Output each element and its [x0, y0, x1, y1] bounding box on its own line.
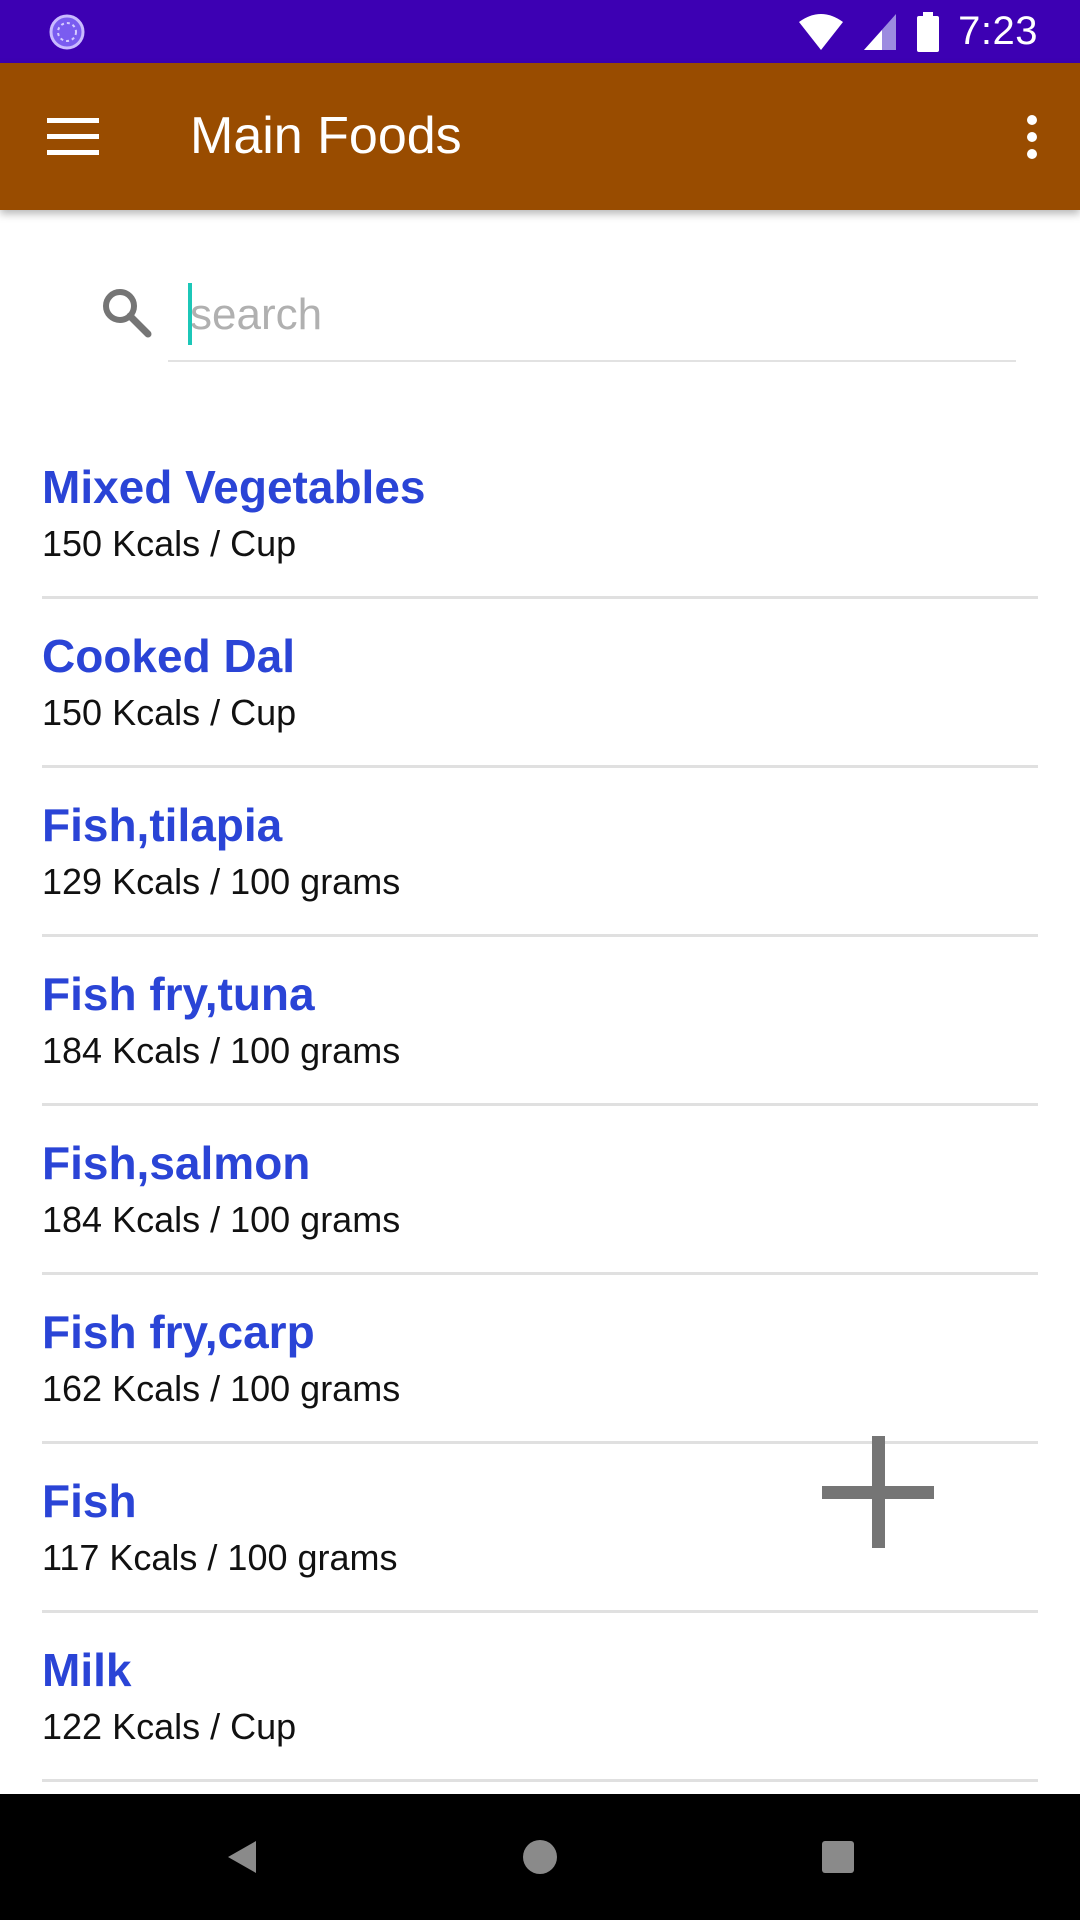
- food-list: Mixed Vegetables 150 Kcals / Cup Cooked …: [0, 430, 1080, 1782]
- home-button[interactable]: [505, 1822, 575, 1892]
- food-calories: 129 Kcals / 100 grams: [42, 861, 401, 902]
- overflow-menu-button[interactable]: [1002, 95, 1062, 179]
- food-list-item[interactable]: Fish fry,tuna 184 Kcals / 100 grams: [42, 937, 1038, 1106]
- food-name: Cooked Dal: [42, 630, 296, 682]
- food-name: Mixed Vegetables: [42, 461, 426, 513]
- food-name: Fish: [42, 1475, 137, 1527]
- food-list-item[interactable]: Fish fry,carp 162 Kcals / 100 grams: [42, 1275, 1038, 1444]
- loading-circle-icon: [49, 14, 85, 50]
- hamburger-menu-icon: [47, 118, 99, 155]
- menu-button[interactable]: [28, 95, 118, 179]
- status-bar: 7:23: [0, 0, 1080, 63]
- screen: 7:23 Main Foods search Mixed Vegetables …: [0, 0, 1080, 1920]
- food-calories: 184 Kcals / 100 grams: [42, 1030, 401, 1071]
- food-calories: 122 Kcals / Cup: [42, 1706, 297, 1747]
- page-title: Main Foods: [190, 107, 462, 165]
- wifi-icon: [799, 13, 844, 50]
- app-bar: Main Foods: [0, 63, 1080, 210]
- food-name: Fish,salmon: [42, 1137, 311, 1189]
- recents-icon: [822, 1841, 854, 1873]
- home-icon: [523, 1840, 557, 1874]
- back-button[interactable]: [207, 1822, 277, 1892]
- battery-icon: [917, 11, 940, 52]
- system-nav-bar: [0, 1794, 1080, 1920]
- food-name: Fish,tilapia: [42, 799, 283, 851]
- signal-icon: [864, 13, 897, 50]
- search-input[interactable]: [168, 270, 1016, 362]
- search-icon: [103, 289, 152, 338]
- food-list-item[interactable]: Milk 122 Kcals / Cup: [42, 1613, 1038, 1782]
- recents-button[interactable]: [803, 1822, 873, 1892]
- search-bar: [0, 250, 1080, 380]
- food-list-item[interactable]: Fish,salmon 184 Kcals / 100 grams: [42, 1106, 1038, 1275]
- status-icons: 7:23: [798, 0, 1038, 63]
- food-name: Milk: [42, 1644, 132, 1696]
- add-food-button[interactable]: [816, 1430, 940, 1554]
- food-calories: 150 Kcals / Cup: [42, 523, 297, 564]
- back-icon: [228, 1841, 256, 1873]
- plus-icon: [822, 1436, 934, 1548]
- food-calories: 184 Kcals / 100 grams: [42, 1199, 401, 1240]
- food-name: Fish fry,carp: [42, 1306, 315, 1358]
- food-list-item[interactable]: Mixed Vegetables 150 Kcals / Cup: [42, 430, 1038, 599]
- food-list-item[interactable]: Fish,tilapia 129 Kcals / 100 grams: [42, 768, 1038, 937]
- text-cursor: [188, 283, 192, 345]
- status-time: 7:23: [958, 9, 1038, 53]
- food-calories: 117 Kcals / 100 grams: [42, 1537, 398, 1578]
- more-vert-icon: [1027, 115, 1037, 159]
- food-name: Fish fry,tuna: [42, 968, 315, 1020]
- food-list-item[interactable]: Cooked Dal 150 Kcals / Cup: [42, 599, 1038, 768]
- food-calories: 150 Kcals / Cup: [42, 692, 297, 733]
- food-calories: 162 Kcals / 100 grams: [42, 1368, 401, 1409]
